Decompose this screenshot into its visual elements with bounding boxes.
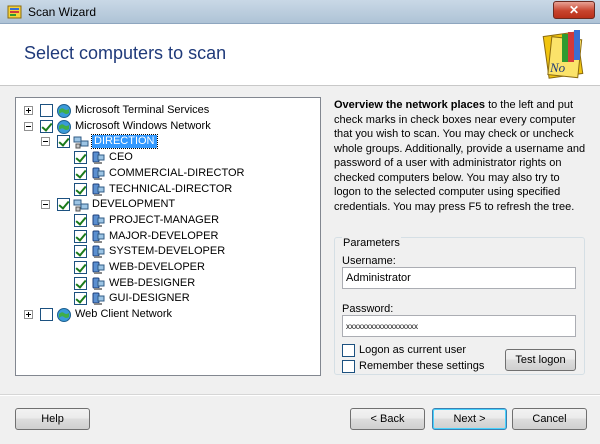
tree-node-label[interactable]: COMMERCIAL-DIRECTOR (109, 167, 244, 180)
username-field[interactable]: Administrator (342, 267, 576, 289)
computer-icon (90, 213, 106, 229)
tree-node-checkbox[interactable] (40, 308, 53, 322)
help-button[interactable]: Help (15, 408, 90, 430)
title-bar: Scan Wizard ✕ (0, 0, 600, 24)
tree-node-checkbox[interactable] (74, 213, 87, 227)
tree-node-checkbox[interactable] (74, 292, 87, 306)
computer-icon (90, 244, 106, 260)
instructions-text: Overview the network places to the left … (334, 98, 586, 214)
network-icon (56, 103, 72, 119)
tree-node[interactable]: Microsoft Terminal Services (16, 104, 316, 119)
computer-icon (90, 260, 106, 276)
cancel-button[interactable]: Cancel (512, 408, 587, 430)
tree-node[interactable]: WEB-DEVELOPER (16, 261, 316, 276)
footer-separator (0, 395, 600, 396)
parameters-title: Parameters (342, 237, 401, 249)
tree-node-label[interactable]: SYSTEM-DEVELOPER (109, 245, 225, 258)
tree-node[interactable]: SYSTEM-DEVELOPER (16, 245, 316, 260)
tree-node[interactable]: MAJOR-DEVELOPER (16, 229, 316, 245)
test-logon-button[interactable]: Test logon (505, 349, 576, 371)
tree-node-checkbox[interactable] (57, 198, 70, 212)
tree-node-checkbox[interactable] (74, 245, 87, 259)
wizard-footer: Help < Back Next > Cancel (0, 394, 600, 444)
tree-node[interactable]: DEVELOPMENT (16, 198, 316, 213)
workgroup-icon (73, 134, 89, 150)
tree-node-checkbox[interactable] (74, 229, 87, 243)
tree-node-label[interactable]: Microsoft Terminal Services (75, 104, 209, 117)
tree-node-checkbox[interactable] (40, 119, 53, 133)
tree-node[interactable]: Web Client Network (16, 308, 316, 323)
tree-node-label[interactable]: Microsoft Windows Network (75, 120, 211, 133)
computer-icon (90, 166, 106, 182)
tree-node-checkbox[interactable] (74, 261, 87, 274)
collapse-icon[interactable] (41, 137, 50, 147)
password-label: Password: (342, 303, 394, 315)
computer-icon (90, 291, 106, 307)
collapse-icon[interactable] (41, 200, 50, 210)
computer-icon (90, 276, 106, 292)
tree-node[interactable]: COMMERCIAL-DIRECTOR (16, 166, 316, 182)
wizard-logo-icon: No (542, 30, 584, 79)
password-field[interactable]: xxxxxxxxxxxxxxxxxx (342, 315, 576, 337)
tree-node-label[interactable]: Web Client Network (75, 308, 172, 321)
logon-current-checkbox[interactable] (342, 344, 355, 357)
tree-node-label[interactable]: WEB-DESIGNER (109, 277, 195, 290)
username-label: Username: (342, 255, 396, 267)
collapse-icon[interactable] (24, 121, 33, 131)
wizard-app-icon (7, 5, 22, 19)
expand-icon[interactable] (24, 106, 33, 115)
network-tree[interactable]: Microsoft Terminal Services Microsoft Win… (15, 97, 321, 376)
tree-node-label[interactable]: CEO (109, 151, 133, 164)
computer-icon (90, 150, 106, 166)
tree-node[interactable]: TECHNICAL-DIRECTOR (16, 182, 316, 198)
tree-node-label[interactable]: MAJOR-DEVELOPER (109, 230, 218, 243)
wizard-logo-text: No (549, 60, 566, 75)
computer-icon (90, 182, 106, 198)
wizard-header: Select computers to scan No (0, 24, 600, 86)
tree-node-label[interactable]: TECHNICAL-DIRECTOR (109, 183, 232, 196)
tree-node[interactable]: CEO (16, 151, 316, 166)
expand-icon[interactable] (24, 310, 33, 320)
tree-node-checkbox[interactable] (74, 151, 87, 165)
remember-settings-label[interactable]: Remember these settings (359, 360, 484, 372)
page-title: Select computers to scan (24, 43, 227, 63)
instructions-bold: Overview the network places (334, 99, 486, 111)
tree-node[interactable]: DIRECTION (16, 134, 316, 150)
parameters-group: Parameters Username: Administrator Passw… (334, 237, 585, 375)
window-title: Scan Wizard (28, 5, 97, 19)
close-button[interactable]: ✕ (553, 1, 595, 19)
tree-node[interactable]: PROJECT-MANAGER (16, 213, 316, 229)
network-icon (56, 119, 72, 135)
computer-icon (90, 229, 106, 245)
tree-node-label[interactable]: DEVELOPMENT (92, 198, 175, 211)
network-icon (56, 307, 72, 323)
logon-current-label[interactable]: Logon as current user (359, 344, 466, 356)
remember-settings-checkbox[interactable] (342, 360, 355, 373)
tree-node-label[interactable]: GUI-DESIGNER (109, 292, 190, 305)
tree-node-checkbox[interactable] (40, 104, 53, 117)
tree-node-checkbox[interactable] (74, 276, 87, 290)
tree-node[interactable]: GUI-DESIGNER (16, 292, 316, 307)
tree-node-checkbox[interactable] (74, 166, 87, 180)
tree-node-checkbox[interactable] (74, 182, 87, 196)
tree-node[interactable]: WEB-DESIGNER (16, 276, 316, 292)
instructions-body: to the left and put check marks in check… (334, 99, 586, 213)
workgroup-icon (73, 197, 89, 213)
back-button[interactable]: < Back (350, 408, 425, 430)
next-button[interactable]: Next > (432, 408, 507, 430)
tree-node-label[interactable]: WEB-DEVELOPER (109, 261, 205, 274)
main-panel: Microsoft Terminal Services Microsoft Win… (0, 86, 600, 394)
tree-node[interactable]: Microsoft Windows Network (16, 119, 316, 135)
tree-node-checkbox[interactable] (57, 135, 70, 149)
tree-node-label[interactable]: DIRECTION (91, 134, 158, 150)
tree-node-label[interactable]: PROJECT-MANAGER (109, 214, 219, 227)
